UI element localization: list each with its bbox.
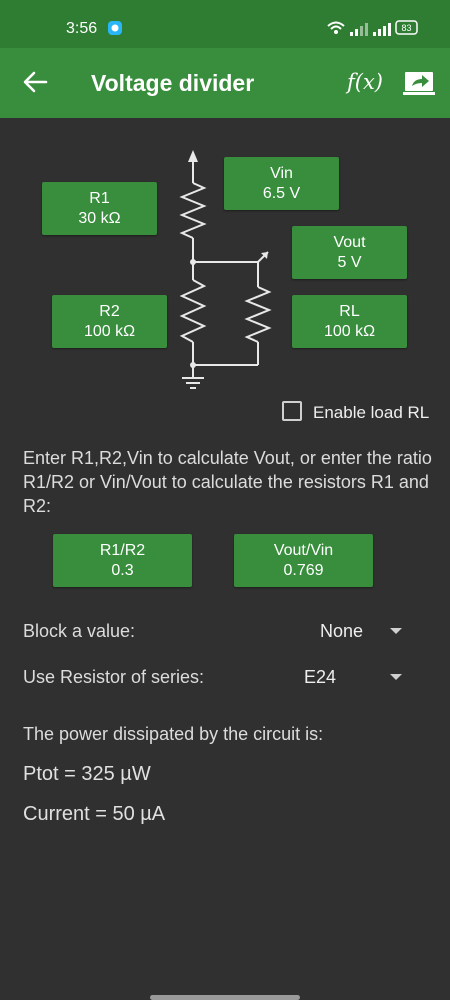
vout-vin-ratio-button[interactable]: Vout/Vin 0.769 xyxy=(234,534,373,587)
r2-button[interactable]: R2 100 kΩ xyxy=(52,295,167,348)
app-bar: Voltage divider f(x) xyxy=(0,48,450,118)
vin-arrow-icon xyxy=(188,150,198,162)
vout-value: 5 V xyxy=(337,253,362,271)
enable-load-label[interactable]: Enable load RL xyxy=(313,403,429,423)
r1-label: R1 xyxy=(89,189,110,207)
vout-vin-value: 0.769 xyxy=(283,561,324,579)
status-time: 3:56 xyxy=(66,20,98,37)
battery-icon: 83 xyxy=(395,20,418,35)
gesture-nav-bar[interactable] xyxy=(150,995,300,1000)
r2-value: 100 kΩ xyxy=(83,322,136,340)
vout-vin-label: Vout/Vin xyxy=(273,541,334,559)
r1-r2-value: 0.3 xyxy=(111,561,134,579)
signal-icon-1 xyxy=(350,23,368,36)
power-title: The power dissipated by the circuit is: xyxy=(23,724,324,744)
rl-button[interactable]: RL 100 kΩ xyxy=(292,295,407,348)
r2-resistor-symbol xyxy=(179,279,207,343)
current-value: Current = 50 µA xyxy=(23,803,166,825)
instructions-text: Enter R1,R2,Vin to calculate Vout, or en… xyxy=(23,448,432,516)
r1-value: 30 kΩ xyxy=(78,209,121,227)
wifi-icon xyxy=(327,21,345,34)
r1-button[interactable]: R1 30 kΩ xyxy=(42,182,157,235)
rl-value: 100 kΩ xyxy=(323,322,376,340)
r2-label: R2 xyxy=(99,302,120,320)
status-icons: 83 xyxy=(327,20,418,36)
resistor-series-dropdown-icon[interactable] xyxy=(390,674,402,680)
battery-level: 83 xyxy=(401,23,411,33)
vout-button[interactable]: Vout 5 V xyxy=(292,226,407,279)
share-icon[interactable] xyxy=(403,70,435,96)
block-value-label: Block a value: xyxy=(23,621,136,641)
vin-label: Vin xyxy=(270,164,293,182)
r1-r2-label: R1/R2 xyxy=(99,541,146,559)
r1-r2-ratio-button[interactable]: R1/R2 0.3 xyxy=(53,534,192,587)
block-value-dropdown-icon[interactable] xyxy=(390,628,402,634)
rl-resistor-symbol xyxy=(244,286,272,343)
vout-label: Vout xyxy=(333,233,366,251)
chat-notification-icon xyxy=(108,21,122,35)
r1-resistor-symbol xyxy=(179,182,207,239)
resistor-series-label: Use Resistor of series: xyxy=(23,667,205,687)
status-bar: 3:56 83 xyxy=(0,0,450,48)
back-arrow-icon[interactable] xyxy=(22,69,48,95)
resistor-series-select[interactable]: E24 xyxy=(304,667,336,688)
rl-label: RL xyxy=(339,302,360,320)
formula-button[interactable]: f(x) xyxy=(347,70,383,94)
enable-load-checkbox[interactable] xyxy=(282,401,302,421)
vin-value: 6.5 V xyxy=(262,184,301,202)
signal-icon-2 xyxy=(373,23,391,36)
block-value-select[interactable]: None xyxy=(320,621,363,642)
vin-button[interactable]: Vin 6.5 V xyxy=(224,157,339,210)
ptot-value: Ptot = 325 µW xyxy=(23,763,151,785)
page-title: Voltage divider xyxy=(91,70,255,96)
